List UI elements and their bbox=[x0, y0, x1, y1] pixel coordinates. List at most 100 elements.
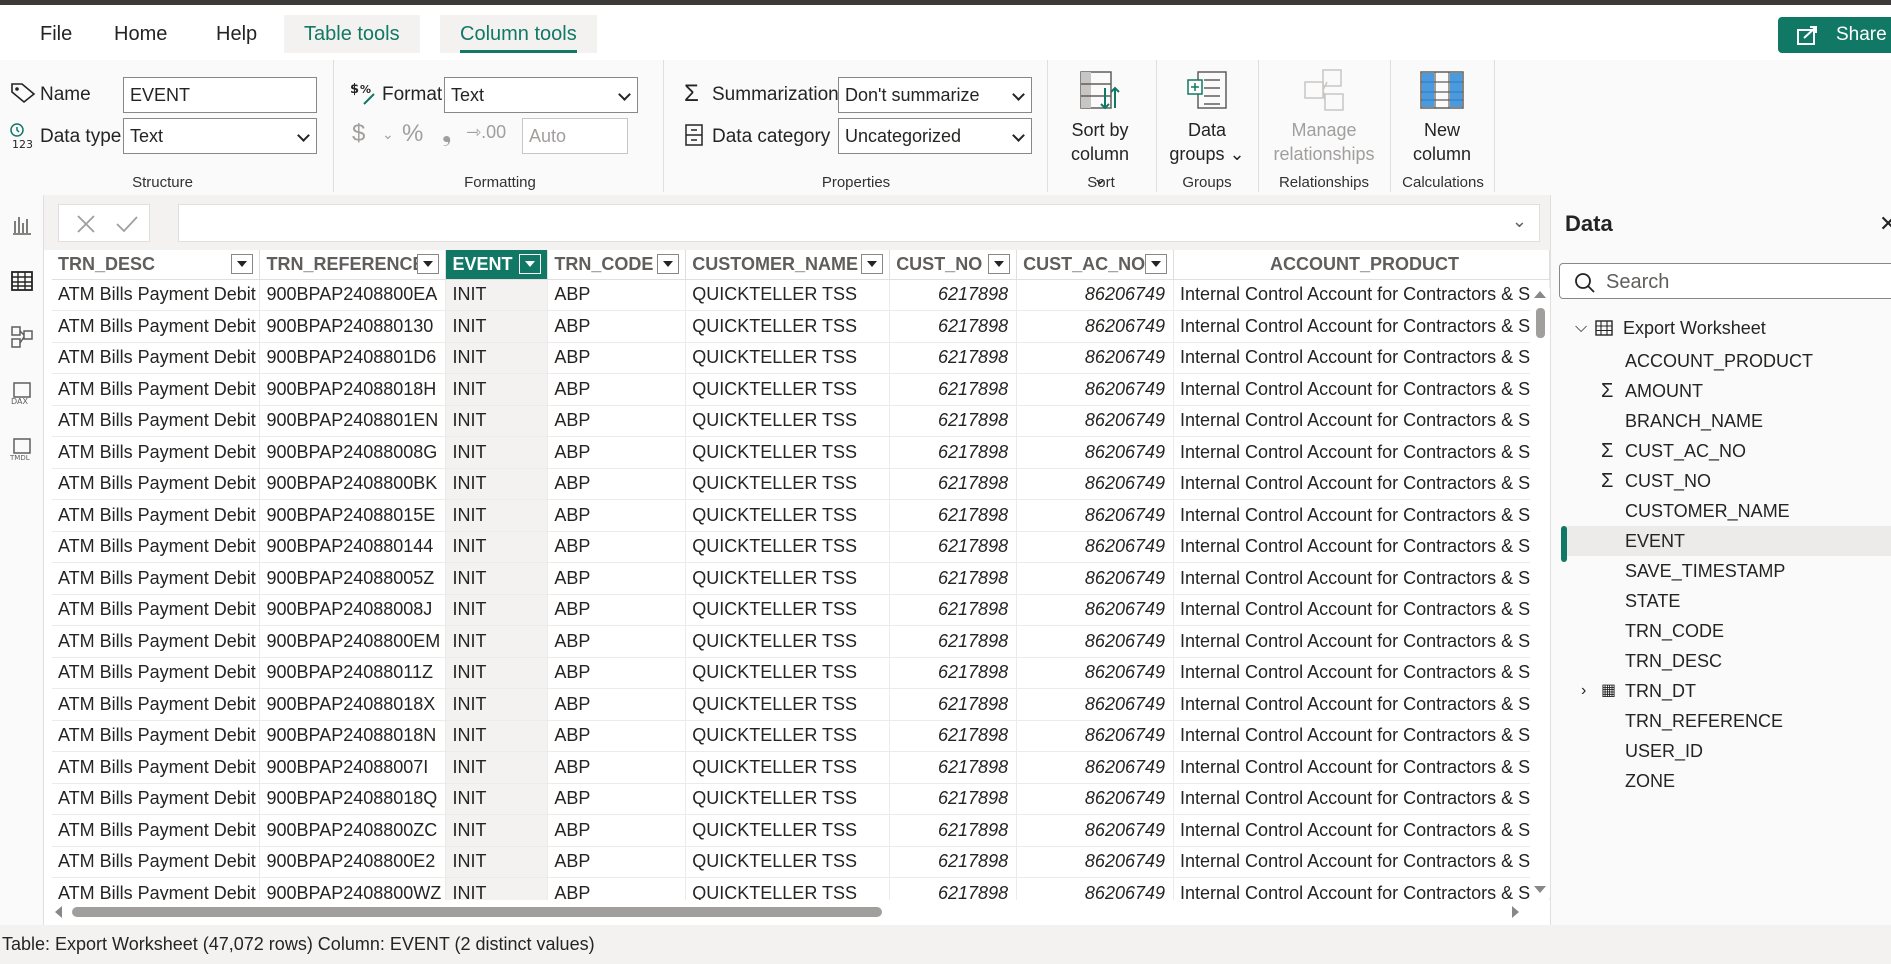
table-cell[interactable]: ABP bbox=[547, 783, 687, 815]
field-item-user-id[interactable]: USER_ID bbox=[1561, 736, 1891, 766]
column-header-cust-no[interactable]: CUST_NO bbox=[889, 250, 1018, 280]
table-cell[interactable]: Internal Control Account for Contractors… bbox=[1173, 373, 1550, 406]
table-cell[interactable]: 6217898 bbox=[889, 751, 1018, 784]
currency-icon[interactable]: $ bbox=[352, 120, 365, 148]
table-cell[interactable]: QUICKTELLER TSS bbox=[685, 373, 891, 406]
table-cell[interactable]: 86206749 bbox=[1016, 342, 1175, 374]
table-cell[interactable]: INIT bbox=[445, 846, 549, 878]
table-cell[interactable]: ATM Bills Payment Debit bbox=[52, 625, 261, 658]
data-type-select[interactable]: Text bbox=[123, 118, 317, 154]
table-cell[interactable]: QUICKTELLER TSS bbox=[685, 625, 891, 658]
column-header-customer-name[interactable]: CUSTOMER_NAME bbox=[685, 250, 891, 280]
table-cell[interactable]: Internal Control Account for Contractors… bbox=[1173, 436, 1550, 469]
table-cell[interactable]: ABP bbox=[547, 279, 687, 311]
table-cell[interactable]: QUICKTELLER TSS bbox=[685, 814, 891, 847]
decimal-increase-icon[interactable]: ⇾.00 bbox=[466, 122, 506, 143]
table-cell[interactable]: 86206749 bbox=[1016, 720, 1175, 752]
percent-icon[interactable]: % bbox=[402, 120, 423, 148]
table-cell[interactable]: 6217898 bbox=[889, 405, 1018, 437]
table-cell[interactable]: 900BPAP2408800EA bbox=[259, 279, 447, 311]
filter-dropdown-icon[interactable] bbox=[417, 254, 440, 274]
table-cell[interactable]: ABP bbox=[547, 436, 687, 469]
table-cell[interactable]: Internal Control Account for Contractors… bbox=[1173, 846, 1550, 878]
filter-dropdown-icon[interactable] bbox=[231, 254, 254, 274]
sort-by-column-button[interactable]: Sort by column ⌄ bbox=[1064, 68, 1136, 190]
field-search-input[interactable]: Search bbox=[1559, 263, 1891, 299]
table-cell[interactable]: Internal Control Account for Contractors… bbox=[1173, 594, 1550, 626]
table-cell[interactable]: ATM Bills Payment Debit bbox=[52, 751, 261, 784]
table-cell[interactable]: 86206749 bbox=[1016, 531, 1175, 563]
table-cell[interactable]: 900BPAP24088005Z bbox=[259, 562, 447, 595]
column-header-event[interactable]: EVENT bbox=[445, 250, 549, 280]
field-item-amount[interactable]: Σ AMOUNT bbox=[1561, 376, 1891, 406]
table-cell[interactable]: ATM Bills Payment Debit bbox=[52, 877, 261, 900]
table-cell[interactable]: ATM Bills Payment Debit bbox=[52, 468, 261, 500]
table-cell[interactable]: ATM Bills Payment Debit bbox=[52, 373, 261, 406]
table-cell[interactable]: 6217898 bbox=[889, 373, 1018, 406]
table-cell[interactable]: 6217898 bbox=[889, 594, 1018, 626]
table-cell[interactable]: 6217898 bbox=[889, 562, 1018, 595]
table-cell[interactable]: 86206749 bbox=[1016, 499, 1175, 532]
tab-column-tools[interactable]: Column tools bbox=[440, 15, 597, 53]
table-cell[interactable]: 86206749 bbox=[1016, 657, 1175, 689]
table-cell[interactable]: 86206749 bbox=[1016, 877, 1175, 900]
column-header-trn-reference[interactable]: TRN_REFERENCE bbox=[259, 250, 447, 280]
table-cell[interactable]: 86206749 bbox=[1016, 373, 1175, 406]
table-cell[interactable]: Internal Control Account for Contractors… bbox=[1173, 783, 1550, 815]
table-cell[interactable]: Internal Control Account for Contractors… bbox=[1173, 405, 1550, 437]
table-cell[interactable]: 900BPAP2408800EM bbox=[259, 625, 447, 658]
table-cell[interactable]: 6217898 bbox=[889, 814, 1018, 847]
table-cell[interactable]: ATM Bills Payment Debit bbox=[52, 783, 261, 815]
table-cell[interactable]: 900BPAP2408800WZ bbox=[259, 877, 447, 900]
table-cell[interactable]: 6217898 bbox=[889, 499, 1018, 532]
table-cell[interactable]: Internal Control Account for Contractors… bbox=[1173, 751, 1550, 784]
table-cell[interactable]: 86206749 bbox=[1016, 279, 1175, 311]
table-cell[interactable]: QUICKTELLER TSS bbox=[685, 405, 891, 437]
table-cell[interactable]: 900BPAP24088018Q bbox=[259, 783, 447, 815]
table-cell[interactable]: QUICKTELLER TSS bbox=[685, 342, 891, 374]
table-cell[interactable]: INIT bbox=[445, 562, 549, 595]
table-cell[interactable]: ATM Bills Payment Debit bbox=[52, 688, 261, 721]
table-view-icon[interactable] bbox=[10, 269, 34, 293]
filter-dropdown-icon[interactable] bbox=[519, 254, 542, 274]
table-cell[interactable]: 6217898 bbox=[889, 877, 1018, 900]
report-view-icon[interactable] bbox=[10, 213, 34, 237]
tab-table-tools[interactable]: Table tools bbox=[284, 15, 420, 53]
column-header-cust-ac-no[interactable]: CUST_AC_NO bbox=[1016, 250, 1175, 280]
table-cell[interactable]: ABP bbox=[547, 562, 687, 595]
table-cell[interactable]: ABP bbox=[547, 468, 687, 500]
table-cell[interactable]: Internal Control Account for Contractors… bbox=[1173, 499, 1550, 532]
table-cell[interactable]: ABP bbox=[547, 310, 687, 343]
table-cell[interactable]: Internal Control Account for Contractors… bbox=[1173, 877, 1550, 900]
table-cell[interactable]: ABP bbox=[547, 373, 687, 406]
field-item-save-timestamp[interactable]: SAVE_TIMESTAMP bbox=[1561, 556, 1891, 586]
filter-dropdown-icon[interactable] bbox=[657, 254, 680, 274]
table-cell[interactable]: QUICKTELLER TSS bbox=[685, 562, 891, 595]
filter-dropdown-icon[interactable] bbox=[861, 254, 884, 274]
manage-relationships-button[interactable]: Manage relationships bbox=[1262, 68, 1386, 166]
table-cell[interactable]: 6217898 bbox=[889, 657, 1018, 689]
tab-home[interactable]: Home bbox=[94, 15, 187, 53]
table-cell[interactable]: 86206749 bbox=[1016, 814, 1175, 847]
table-cell[interactable]: 86206749 bbox=[1016, 468, 1175, 500]
table-cell[interactable]: INIT bbox=[445, 814, 549, 847]
table-cell[interactable]: QUICKTELLER TSS bbox=[685, 594, 891, 626]
table-cell[interactable]: QUICKTELLER TSS bbox=[685, 846, 891, 878]
filter-dropdown-icon[interactable] bbox=[988, 254, 1011, 274]
table-cell[interactable]: 6217898 bbox=[889, 688, 1018, 721]
table-cell[interactable]: ATM Bills Payment Debit bbox=[52, 657, 261, 689]
table-cell[interactable]: ATM Bills Payment Debit bbox=[52, 405, 261, 437]
table-cell[interactable]: QUICKTELLER TSS bbox=[685, 310, 891, 343]
table-cell[interactable]: 900BPAP24088018X bbox=[259, 688, 447, 721]
close-icon[interactable]: ✕ bbox=[1879, 211, 1891, 237]
table-cell[interactable]: ABP bbox=[547, 720, 687, 752]
decimal-places-input[interactable]: Auto bbox=[522, 118, 628, 154]
table-cell[interactable]: Internal Control Account for Contractors… bbox=[1173, 814, 1550, 847]
table-cell[interactable]: INIT bbox=[445, 342, 549, 374]
table-cell[interactable]: 6217898 bbox=[889, 342, 1018, 374]
table-cell[interactable]: Internal Control Account for Contractors… bbox=[1173, 720, 1550, 752]
table-cell[interactable]: INIT bbox=[445, 310, 549, 343]
table-cell[interactable]: Internal Control Account for Contractors… bbox=[1173, 468, 1550, 500]
table-cell[interactable]: 900BPAP24088007I bbox=[259, 751, 447, 784]
table-node-export-worksheet[interactable]: ⌵ Export Worksheet bbox=[1561, 310, 1891, 346]
